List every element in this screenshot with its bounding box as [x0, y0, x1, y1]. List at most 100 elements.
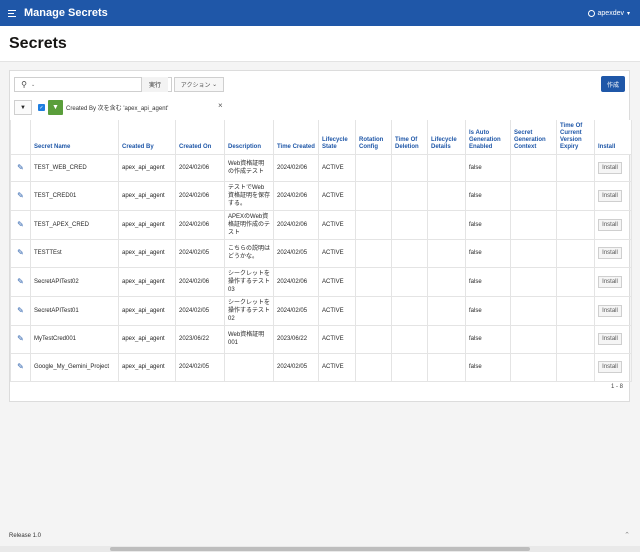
lifecycle-details — [427, 295, 466, 326]
secret-generation-context — [510, 352, 557, 382]
column-header[interactable]: Install — [594, 120, 632, 155]
install-button[interactable]: Install — [598, 161, 622, 174]
lifecycle-state: ACTIVE — [318, 266, 356, 297]
time-of-current-version-expiry — [556, 295, 595, 326]
install-cell: Install — [594, 180, 632, 211]
edit-icon[interactable]: ✎ — [10, 324, 31, 354]
lifecycle-state: ACTIVE — [318, 238, 356, 268]
secret-name: SecretAPITest02 — [30, 266, 119, 297]
time-of-current-version-expiry — [556, 352, 595, 382]
column-header[interactable]: Lifecycle State — [318, 120, 356, 155]
interactive-report: ⚲ ⌄ 実行 アクション ⌄ 作成 ▼ ✓ ▼ Created By 次を含む … — [9, 70, 632, 402]
column-header[interactable]: Created On — [175, 120, 225, 155]
time-of-deletion — [391, 180, 428, 211]
column-header[interactable]: Time Of Deletion — [391, 120, 428, 155]
page-footer: Release 1.0 ⌃ — [0, 527, 640, 545]
actions-menu-button[interactable]: アクション ⌄ — [174, 77, 224, 92]
created-on: 2024/02/06 — [175, 266, 225, 297]
edit-icon[interactable]: ✎ — [10, 180, 31, 211]
lifecycle-details — [427, 324, 466, 354]
create-button[interactable]: 作成 — [601, 76, 625, 92]
lifecycle-state: ACTIVE — [318, 295, 356, 326]
install-button[interactable]: Install — [598, 333, 622, 345]
column-header[interactable]: Secret Name — [30, 120, 119, 155]
secret-name: TESTTEst — [30, 238, 119, 268]
install-button[interactable]: Install — [598, 361, 622, 373]
pagination-label: 1 - 8 — [610, 384, 623, 390]
secret-generation-context — [510, 324, 557, 354]
close-icon[interactable]: × — [218, 101, 223, 110]
time-of-deletion — [391, 153, 428, 182]
chevron-down-icon[interactable]: ⌄ — [31, 82, 35, 88]
install-button[interactable]: Install — [598, 275, 622, 288]
install-button[interactable]: Install — [598, 247, 622, 259]
edit-icon[interactable]: ✎ — [10, 238, 31, 268]
lifecycle-details — [427, 209, 466, 240]
created-on: 2024/02/05 — [175, 295, 225, 326]
table-row: ✎ TESTTEst apex_api_agent 2024/02/05 こちら… — [10, 238, 632, 268]
app-title[interactable]: Manage Secrets — [24, 7, 108, 19]
secrets-table: Secret Name Created By Created On Descri… — [10, 120, 632, 382]
chevron-up-icon[interactable]: ⌃ — [624, 531, 630, 539]
search-icon[interactable]: ⚲ — [17, 80, 31, 89]
table-row: ✎ TEST_APEX_CRED apex_api_agent 2024/02/… — [10, 209, 632, 240]
created-by: apex_api_agent — [118, 324, 176, 354]
table-row: ✎ SecretAPITest02 apex_api_agent 2024/02… — [10, 266, 632, 297]
rotation-config — [355, 266, 392, 297]
column-header[interactable]: Lifecycle Details — [427, 120, 466, 155]
install-cell: Install — [594, 295, 632, 326]
time-of-current-version-expiry — [556, 180, 595, 211]
time-of-current-version-expiry — [556, 209, 595, 240]
created-on: 2024/02/06 — [175, 209, 225, 240]
lifecycle-state: ACTIVE — [318, 324, 356, 354]
rotation-config — [355, 352, 392, 382]
install-button[interactable]: Install — [598, 218, 622, 231]
filter-checkbox[interactable]: ✓ — [38, 104, 45, 111]
column-header[interactable]: Is Auto Generation Enabled — [465, 120, 511, 155]
hamburger-icon[interactable] — [8, 9, 16, 17]
edit-icon[interactable]: ✎ — [10, 295, 31, 326]
column-header[interactable]: Secret Generation Context — [510, 120, 557, 155]
lifecycle-details — [427, 180, 466, 211]
column-header[interactable]: Description — [224, 120, 274, 155]
table-row: ✎ SecretAPITest01 apex_api_agent 2024/02… — [10, 295, 632, 326]
created-by: apex_api_agent — [118, 180, 176, 211]
edit-icon[interactable]: ✎ — [10, 266, 31, 297]
description: Web資格証明001 — [224, 324, 274, 354]
lifecycle-state: ACTIVE — [318, 153, 356, 182]
time-created: 2024/02/06 — [273, 209, 319, 240]
column-header[interactable]: Time Of Current Version Expiry — [556, 120, 595, 155]
created-on: 2024/02/06 — [175, 153, 225, 182]
edit-icon[interactable]: ✎ — [10, 352, 31, 382]
chevron-down-icon: ⌄ — [212, 82, 218, 88]
install-button[interactable]: Install — [598, 304, 622, 317]
created-by: apex_api_agent — [118, 209, 176, 240]
created-by: apex_api_agent — [118, 352, 176, 382]
column-header[interactable]: Rotation Config — [355, 120, 392, 155]
column-header[interactable]: Time Created — [273, 120, 319, 155]
install-button[interactable]: Install — [598, 189, 622, 202]
created-on: 2023/06/22 — [175, 324, 225, 354]
scrollbar-thumb[interactable] — [110, 547, 530, 551]
time-of-deletion — [391, 324, 428, 354]
description — [224, 352, 274, 382]
secret-name: TEST_CRED01 — [30, 180, 119, 211]
go-button[interactable]: 実行 — [141, 77, 168, 92]
time-created: 2024/02/06 — [273, 266, 319, 297]
table-row: ✎ TEST_CRED01 apex_api_agent 2024/02/06 … — [10, 180, 632, 211]
column-header[interactable]: Created By — [118, 120, 176, 155]
edit-icon[interactable]: ✎ — [10, 153, 31, 182]
time-created: 2024/02/06 — [273, 180, 319, 211]
collapse-toggle[interactable]: ▼ — [14, 100, 32, 115]
secret-generation-context — [510, 209, 557, 240]
user-menu[interactable]: apexdev ▾ — [587, 0, 630, 26]
install-cell: Install — [594, 209, 632, 240]
is-auto-generation-enabled: false — [465, 266, 511, 297]
filter-label[interactable]: Created By 次を含む 'apex_api_agent' — [66, 103, 168, 112]
horizontal-scrollbar[interactable] — [0, 546, 640, 552]
rotation-config — [355, 180, 392, 211]
time-of-current-version-expiry — [556, 266, 595, 297]
time-of-current-version-expiry — [556, 324, 595, 354]
edit-icon[interactable]: ✎ — [10, 209, 31, 240]
time-of-deletion — [391, 266, 428, 297]
